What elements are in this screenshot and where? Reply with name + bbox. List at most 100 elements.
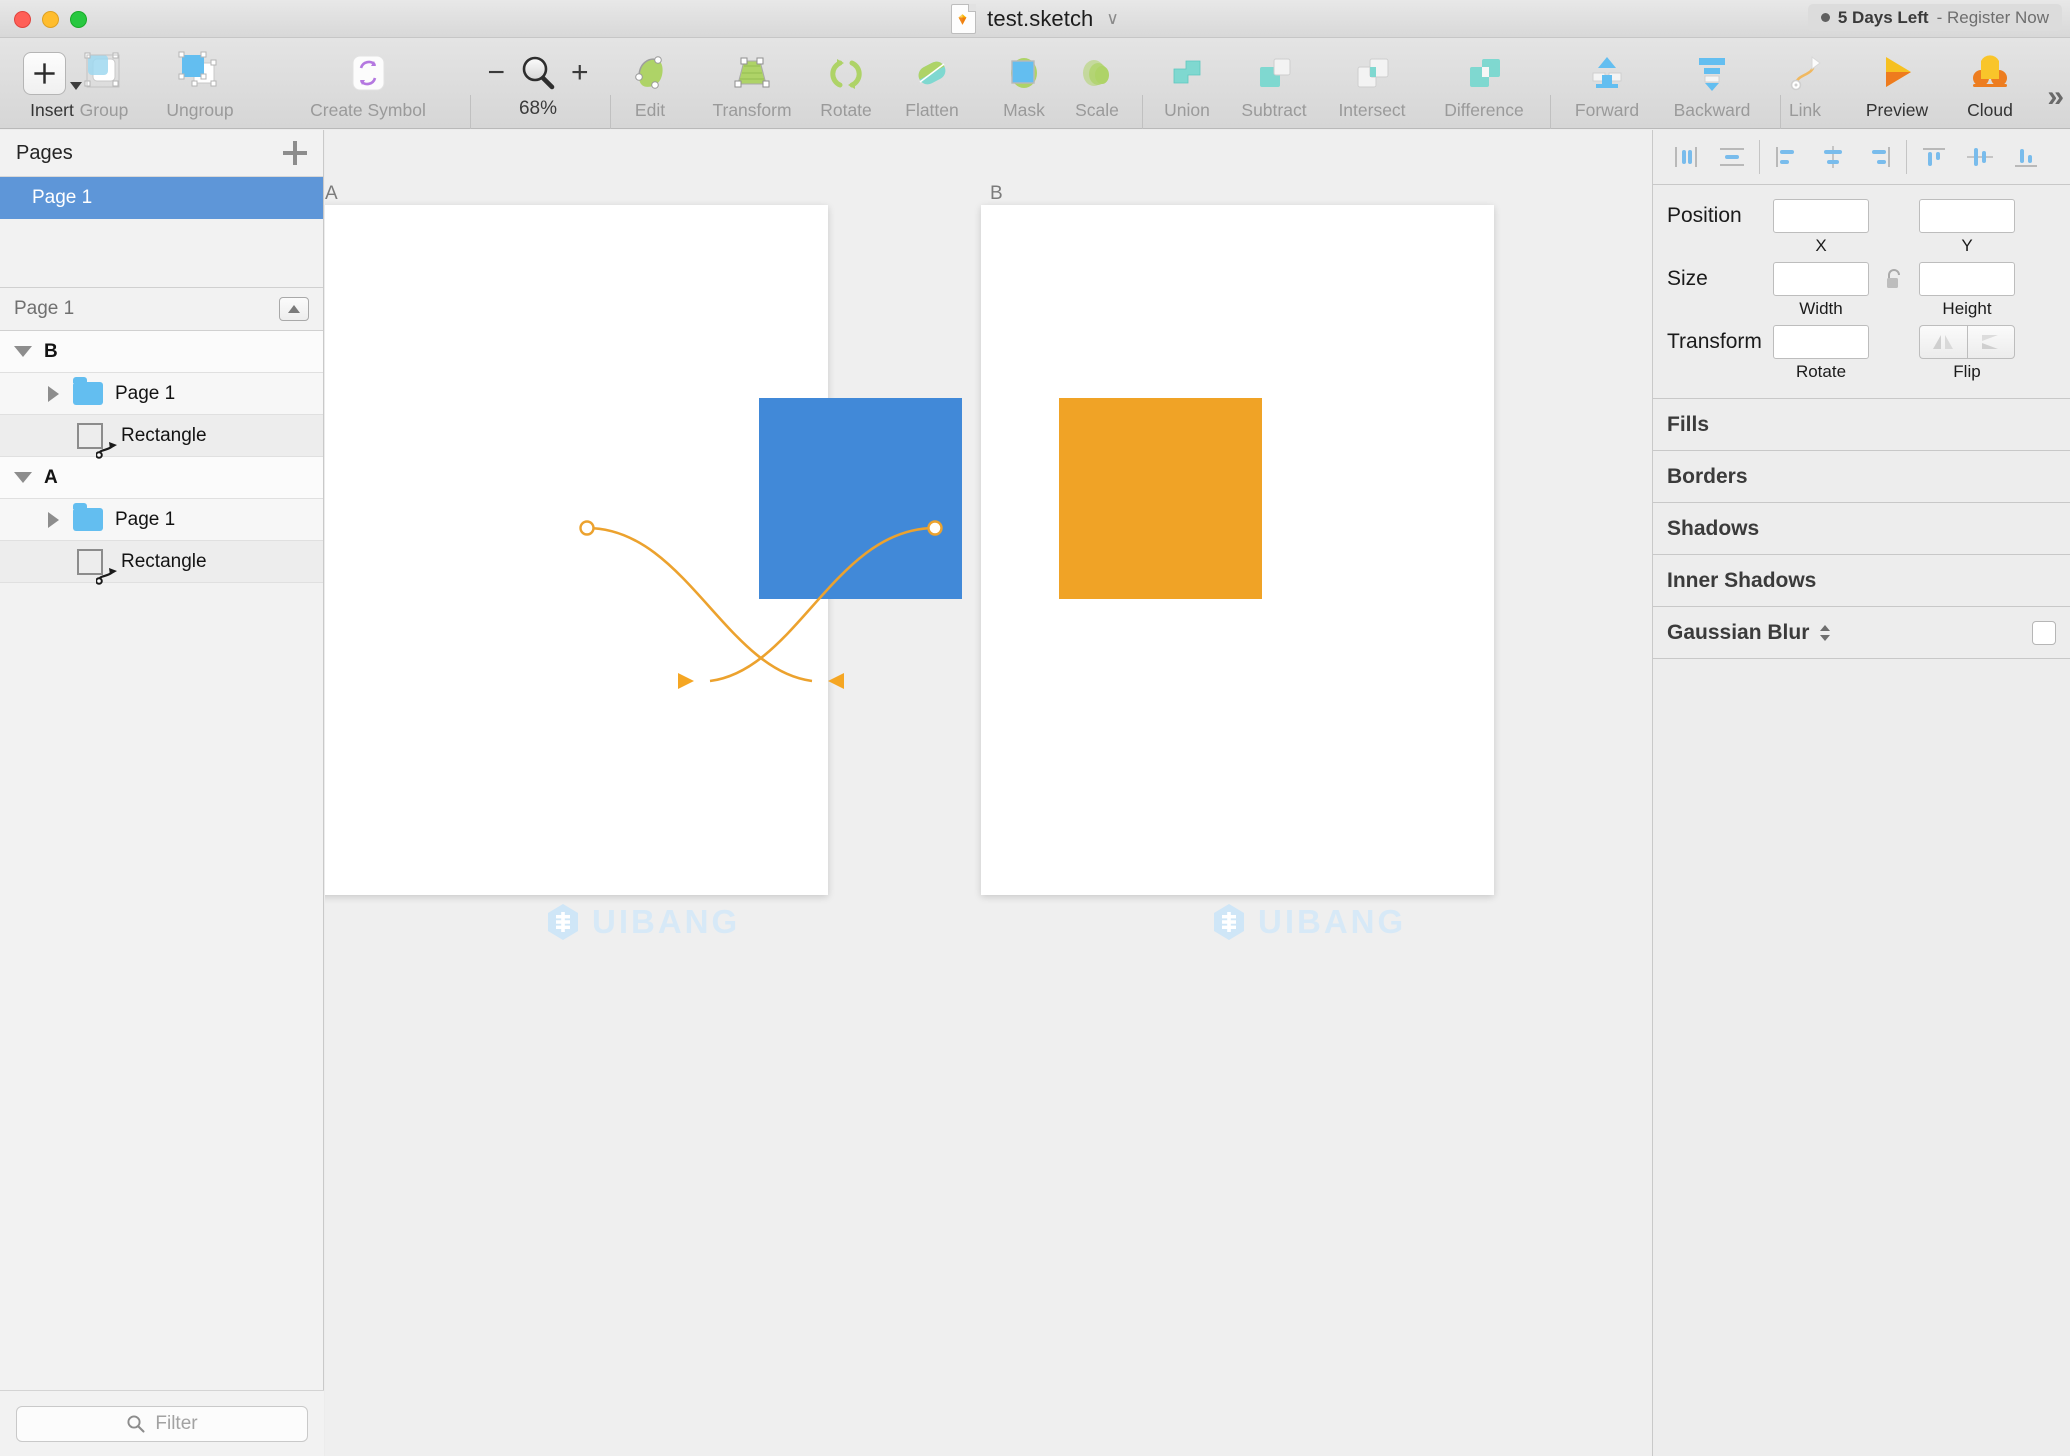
hotspot-arrow-icon bbox=[96, 565, 122, 585]
size-row: Size Width Height bbox=[1653, 262, 2070, 319]
layer-label: B bbox=[44, 341, 58, 363]
toolbar-create-symbol[interactable]: Create Symbol bbox=[278, 42, 458, 126]
toolbar-flatten[interactable]: Flatten bbox=[885, 42, 979, 126]
position-y-input[interactable] bbox=[1919, 199, 2015, 233]
section-shadows[interactable]: Shadows bbox=[1653, 503, 2070, 555]
toolbar-cloud[interactable]: Cloud bbox=[1942, 42, 2038, 126]
toolbar-union-label: Union bbox=[1164, 100, 1210, 121]
layer-row-rectangle-b[interactable]: Rectangle bbox=[0, 415, 323, 457]
toolbar-mask[interactable]: Mask bbox=[985, 42, 1063, 126]
layer-row-group-page1-b[interactable]: Page 1 bbox=[0, 373, 323, 415]
aspect-lock-button[interactable] bbox=[1869, 262, 1919, 292]
collapse-all-button[interactable] bbox=[279, 297, 309, 321]
zoom-out-button[interactable]: − bbox=[487, 58, 505, 88]
toolbar-rotate[interactable]: Rotate bbox=[805, 42, 887, 126]
title-chevron-down-icon[interactable]: ∨ bbox=[1106, 9, 1118, 29]
sketch-file-icon bbox=[951, 4, 976, 34]
align-distribute-vertical-icon[interactable] bbox=[1709, 137, 1755, 177]
trial-register-link[interactable]: - Register Now bbox=[1937, 8, 2049, 28]
toolbar-scale[interactable]: Scale bbox=[1058, 42, 1136, 126]
toolbar-link[interactable]: Link bbox=[1768, 42, 1842, 126]
filter-bar: Filter bbox=[0, 1390, 324, 1456]
toolbar-preview-label: Preview bbox=[1866, 100, 1928, 121]
transform-rotate-caption: Rotate bbox=[1796, 362, 1846, 382]
add-page-plus-icon[interactable] bbox=[281, 139, 309, 167]
flip-vertical-button[interactable] bbox=[1967, 325, 2016, 359]
align-right-icon[interactable] bbox=[1856, 137, 1902, 177]
align-distribute-horizontal-icon[interactable] bbox=[1663, 137, 1709, 177]
artboard-label-b[interactable]: B bbox=[990, 183, 1003, 205]
size-width-input[interactable] bbox=[1773, 262, 1869, 296]
align-middle-vertical-icon[interactable] bbox=[1957, 137, 2003, 177]
backward-icon bbox=[1689, 50, 1735, 96]
position-y-caption: Y bbox=[1961, 236, 1972, 256]
group-icon bbox=[80, 50, 128, 96]
layer-row-artboard-a[interactable]: A bbox=[0, 457, 323, 499]
disclosure-triangle-down-icon[interactable] bbox=[14, 346, 32, 357]
toolbar-transform[interactable]: Transform bbox=[688, 42, 816, 126]
page-list-item[interactable]: Page 1 bbox=[0, 177, 323, 219]
toolbar-group[interactable]: Group bbox=[60, 42, 148, 126]
toolbar-union[interactable]: Union bbox=[1145, 42, 1229, 126]
trial-status-badge[interactable]: 5 Days Left - Register Now bbox=[1808, 4, 2062, 31]
toolbar-edit[interactable]: Edit bbox=[612, 42, 688, 126]
magnifier-icon[interactable] bbox=[518, 53, 558, 93]
artboard-a[interactable]: UIBANG bbox=[325, 205, 828, 895]
size-height-input[interactable] bbox=[1919, 262, 2015, 296]
design-canvas[interactable]: A UIBANG B UIBANG bbox=[325, 130, 1652, 1456]
trial-dot-icon bbox=[1821, 13, 1830, 22]
rectangle-shape-icon bbox=[77, 549, 103, 575]
layer-row-rectangle-a[interactable]: Rectangle bbox=[0, 541, 323, 583]
layer-row-artboard-b[interactable]: B bbox=[0, 331, 323, 373]
artboard-b[interactable]: UIBANG bbox=[981, 205, 1494, 895]
section-inner-shadows[interactable]: Inner Shadows bbox=[1653, 555, 2070, 607]
pages-header: Pages bbox=[0, 130, 323, 177]
transform-row: Transform Rotate bbox=[1653, 325, 2070, 382]
forward-icon bbox=[1584, 50, 1630, 96]
rotate-icon bbox=[823, 50, 869, 96]
filter-input-wrapper[interactable]: Filter bbox=[16, 1406, 308, 1442]
toolbar-subtract-label: Subtract bbox=[1241, 100, 1306, 121]
disclosure-triangle-right-icon[interactable] bbox=[48, 512, 59, 528]
section-gaussian-blur[interactable]: Gaussian Blur bbox=[1653, 607, 2070, 659]
align-top-icon[interactable] bbox=[1911, 137, 1957, 177]
section-borders[interactable]: Borders bbox=[1653, 451, 2070, 503]
toolbar-preview[interactable]: Preview bbox=[1838, 42, 1956, 126]
scale-icon bbox=[1074, 50, 1120, 96]
difference-icon bbox=[1461, 50, 1507, 96]
toolbar-subtract[interactable]: Subtract bbox=[1222, 42, 1326, 126]
align-bottom-icon[interactable] bbox=[2003, 137, 2049, 177]
zoom-in-button[interactable]: + bbox=[571, 58, 589, 88]
intersect-icon bbox=[1349, 50, 1395, 96]
disclosure-triangle-down-icon[interactable] bbox=[14, 472, 32, 483]
align-center-horizontal-icon[interactable] bbox=[1810, 137, 1856, 177]
title-bar: test.sketch ∨ 5 Days Left - Register Now bbox=[0, 0, 2070, 38]
section-fills[interactable]: Fills bbox=[1653, 399, 2070, 451]
sketch-diamond-icon bbox=[956, 13, 969, 26]
artboard-label-a[interactable]: A bbox=[325, 183, 338, 205]
toolbar-forward[interactable]: Forward bbox=[1552, 42, 1662, 126]
transform-rotate-input[interactable] bbox=[1773, 325, 1869, 359]
left-sidebar: Pages Page 1 Page 1 B Page 1 bbox=[0, 130, 324, 1456]
toolbar-ungroup[interactable]: Ungroup bbox=[150, 42, 250, 126]
toolbar-intersect[interactable]: Intersect bbox=[1320, 42, 1424, 126]
position-label: Position bbox=[1653, 199, 1773, 233]
toolbar-overflow-button[interactable]: » bbox=[2047, 80, 2064, 114]
flip-horizontal-button[interactable] bbox=[1919, 325, 1967, 359]
disclosure-triangle-right-icon[interactable] bbox=[48, 386, 59, 402]
rectangle-shape-b[interactable] bbox=[1059, 398, 1262, 599]
toolbar-zoom-controls[interactable]: − + 68% bbox=[478, 42, 598, 126]
layer-row-group-page1-a[interactable]: Page 1 bbox=[0, 499, 323, 541]
position-x-input[interactable] bbox=[1773, 199, 1869, 233]
connector-arrow-right bbox=[828, 673, 844, 689]
toolbar-flatten-label: Flatten bbox=[905, 100, 959, 121]
size-width-caption: Width bbox=[1799, 299, 1842, 319]
toolbar-forward-label: Forward bbox=[1575, 100, 1639, 121]
gaussian-blur-checkbox[interactable] bbox=[2032, 621, 2056, 645]
blur-type-stepper-icon[interactable] bbox=[1818, 623, 1832, 643]
toolbar-difference[interactable]: Difference bbox=[1425, 42, 1543, 126]
rectangle-shape-icon bbox=[77, 423, 103, 449]
align-left-icon[interactable] bbox=[1764, 137, 1810, 177]
rectangle-shape-a[interactable] bbox=[759, 398, 962, 599]
toolbar-backward[interactable]: Backward bbox=[1652, 42, 1772, 126]
